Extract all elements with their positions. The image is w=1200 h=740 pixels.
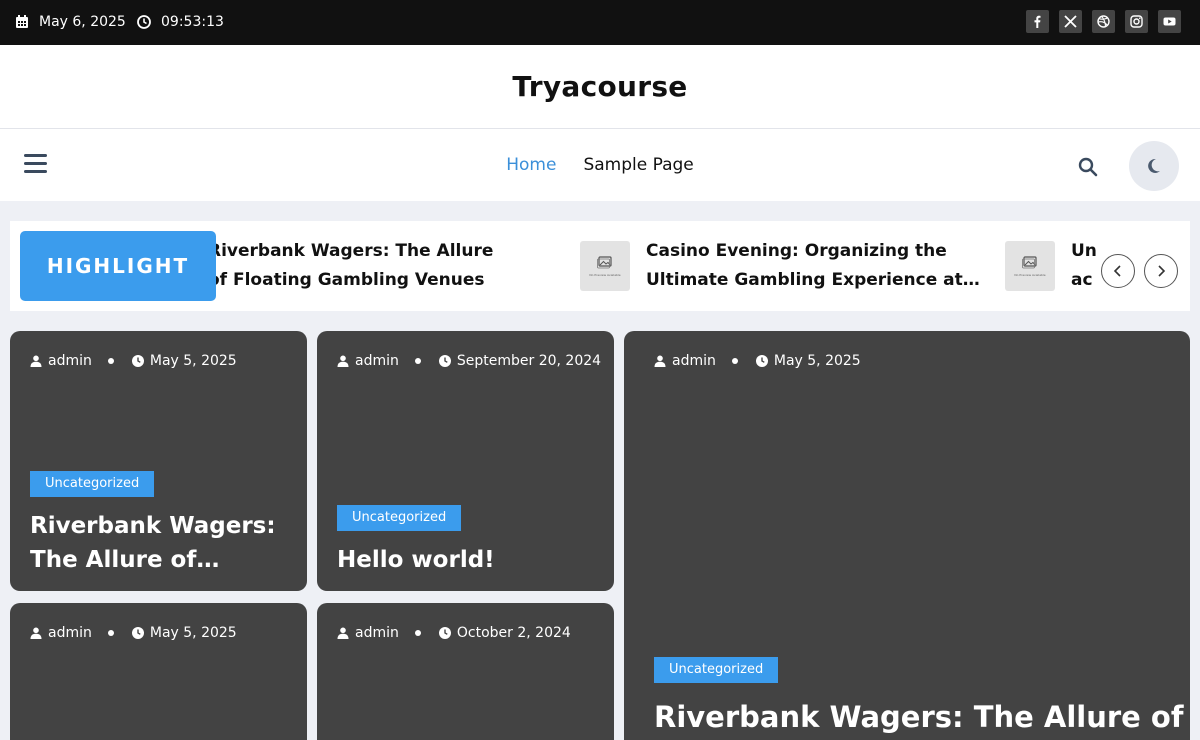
post-card-featured[interactable]: admin May 5, 2025 Uncategorized Riverban… xyxy=(624,331,1190,740)
post-card[interactable]: admin September 20, 2024 Uncategorized H… xyxy=(317,331,614,591)
post-card[interactable]: admin May 5, 2025 Uncategorized Riverban… xyxy=(10,331,307,591)
category-badge[interactable]: Uncategorized xyxy=(654,657,779,683)
post-title[interactable]: Riverbank Wagers: The Allure of Floatin.… xyxy=(30,509,287,577)
nav-item-sample-page[interactable]: Sample Page xyxy=(583,155,693,175)
ticker-arrows xyxy=(1101,254,1178,288)
post-date[interactable]: September 20, 2024 xyxy=(457,353,601,369)
top-time: 09:53:13 xyxy=(137,14,224,30)
clock-icon xyxy=(438,355,451,367)
user-icon xyxy=(654,355,666,367)
highlight-badge: HIGHLIGHT xyxy=(20,231,216,301)
dark-mode-toggle[interactable] xyxy=(1129,141,1179,191)
main-nav: Home Sample Page xyxy=(0,129,1200,201)
user-icon xyxy=(30,627,42,639)
post-date[interactable]: October 2, 2024 xyxy=(457,625,571,641)
ticker-item-title[interactable]: Casino Evening: Organizing the Ultimate … xyxy=(646,237,986,295)
ticker-item-title[interactable]: Riverbank Wagers: The Allure of Floating… xyxy=(216,237,508,295)
post-meta: admin May 5, 2025 xyxy=(30,353,237,369)
image-placeholder-icon xyxy=(1022,255,1037,268)
hamburger-menu-icon[interactable] xyxy=(24,154,47,174)
ticker-item-title[interactable]: Un ac xyxy=(1071,237,1096,295)
highlight-ticker: HIGHLIGHT Riverbank Wagers: The Allure o… xyxy=(10,221,1190,311)
moon-icon xyxy=(1148,158,1160,173)
post-author[interactable]: admin xyxy=(672,353,716,369)
post-author[interactable]: admin xyxy=(48,625,92,641)
facebook-icon[interactable] xyxy=(1026,10,1049,33)
ticker-next-button[interactable] xyxy=(1144,254,1178,288)
clock-icon xyxy=(137,15,151,29)
meta-separator xyxy=(731,358,738,364)
site-header: Tryacourse xyxy=(0,45,1200,129)
post-date[interactable]: May 5, 2025 xyxy=(150,625,237,641)
clock-icon xyxy=(755,355,768,367)
post-card[interactable]: admin October 2, 2024 xyxy=(317,603,614,740)
ticker-prev-button[interactable] xyxy=(1101,254,1135,288)
post-author[interactable]: admin xyxy=(48,353,92,369)
post-card[interactable]: admin May 5, 2025 xyxy=(10,603,307,740)
category-badge[interactable]: Uncategorized xyxy=(337,505,462,531)
dribbble-icon[interactable] xyxy=(1092,10,1115,33)
post-title[interactable]: Riverbank Wagers: The Allure of xyxy=(654,697,1183,737)
ticker-thumbnail: No Preview Available xyxy=(580,241,630,291)
top-bar: May 6, 2025 09:53:13 xyxy=(0,0,1200,45)
user-icon xyxy=(30,355,42,367)
meta-separator xyxy=(414,358,421,364)
date-text: May 6, 2025 xyxy=(39,14,126,30)
post-author[interactable]: admin xyxy=(355,625,399,641)
thumb-caption: No Preview Available xyxy=(589,272,621,277)
post-title[interactable]: Hello world! xyxy=(337,543,594,577)
time-text: 09:53:13 xyxy=(161,14,224,30)
chevron-left-icon xyxy=(1113,265,1121,277)
user-icon xyxy=(337,627,349,639)
search-icon[interactable] xyxy=(1078,157,1098,177)
instagram-icon[interactable] xyxy=(1125,10,1148,33)
chevron-right-icon xyxy=(1158,265,1166,277)
post-meta: admin October 2, 2024 xyxy=(337,625,571,641)
post-date[interactable]: May 5, 2025 xyxy=(774,353,861,369)
meta-separator xyxy=(414,630,421,636)
social-links xyxy=(1026,10,1181,33)
post-meta: admin May 5, 2025 xyxy=(654,353,861,369)
post-author[interactable]: admin xyxy=(355,353,399,369)
meta-separator xyxy=(107,358,114,364)
post-date[interactable]: May 5, 2025 xyxy=(150,353,237,369)
site-title[interactable]: Tryacourse xyxy=(0,45,1200,129)
youtube-icon[interactable] xyxy=(1158,10,1181,33)
meta-separator xyxy=(107,630,114,636)
post-meta: admin May 5, 2025 xyxy=(30,625,237,641)
clock-icon xyxy=(438,627,451,639)
user-icon xyxy=(337,355,349,367)
clock-icon xyxy=(131,627,144,639)
ticker-item[interactable]: No Preview Available Un ac xyxy=(1005,221,1096,311)
nav-item-home[interactable]: Home xyxy=(506,155,556,175)
ticker-item[interactable]: No Preview Available Casino Evening: Org… xyxy=(580,221,986,311)
clock-icon xyxy=(131,355,144,367)
ticker-track: Riverbank Wagers: The Allure of Floating… xyxy=(216,221,1096,311)
post-meta: admin September 20, 2024 xyxy=(337,353,601,369)
calendar-icon xyxy=(16,15,28,28)
thumb-caption: No Preview Available xyxy=(1014,272,1046,277)
image-placeholder-icon xyxy=(597,255,612,268)
top-date: May 6, 2025 xyxy=(15,14,126,30)
ticker-item[interactable]: Riverbank Wagers: The Allure of Floating… xyxy=(216,221,508,311)
ticker-thumbnail: No Preview Available xyxy=(1005,241,1055,291)
category-badge[interactable]: Uncategorized xyxy=(30,471,155,497)
nav-menu: Home Sample Page xyxy=(0,129,1200,201)
x-icon[interactable] xyxy=(1059,10,1082,33)
